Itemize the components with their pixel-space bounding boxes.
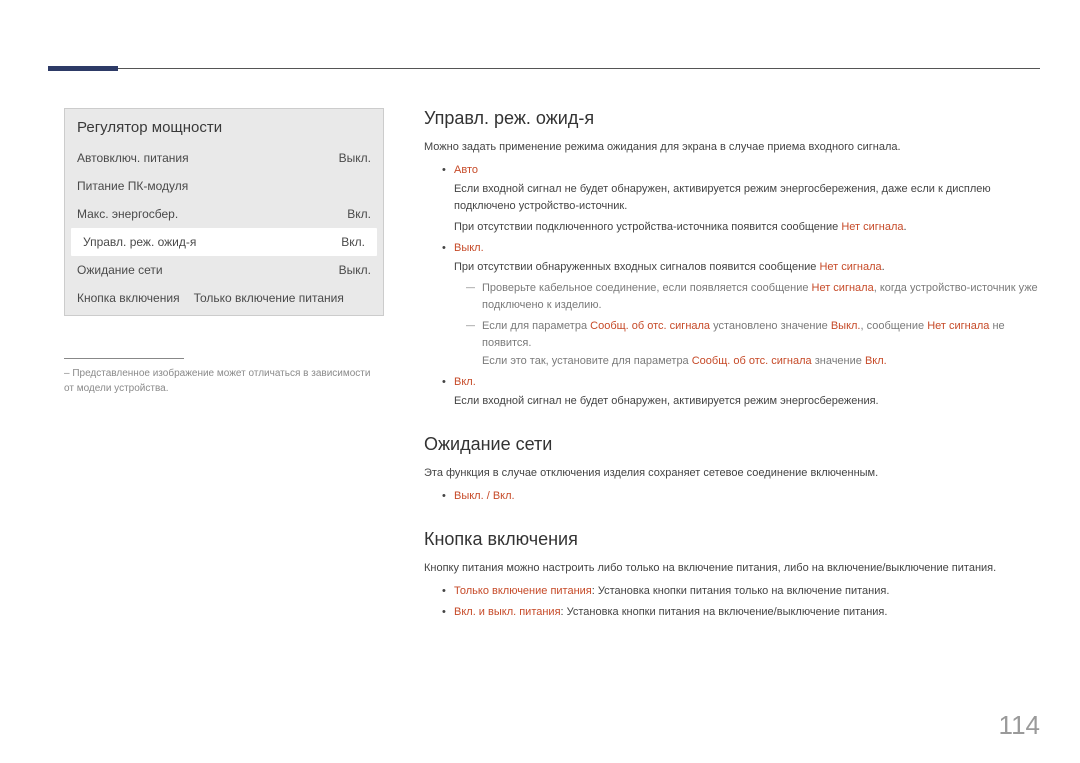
option-off: Выкл. При отсутствии обнаруженных входны… — [442, 240, 1040, 369]
section-title-standby: Управл. реж. ожид-я — [424, 108, 1040, 129]
option-desc: : Установка кнопки питания только на вкл… — [592, 585, 890, 597]
panel-row-pc-module[interactable]: Питание ПК-модуля — [65, 172, 383, 200]
standby-intro: Можно задать применение режима ожидания … — [424, 139, 1040, 156]
row-value: Только включение питания — [194, 291, 344, 305]
t: , сообщение — [860, 320, 927, 332]
panel-row-network-standby[interactable]: Ожидание сети Выкл. — [65, 256, 383, 284]
header-accent — [48, 66, 118, 71]
hl-on: Вкл. — [865, 355, 887, 367]
hl-off: Выкл. — [831, 320, 861, 332]
hl-param: Сообщ. об отс. сигнала — [590, 320, 710, 332]
option-desc: Если входной сигнал не будет обнаружен, … — [454, 181, 1040, 215]
option-desc: Если входной сигнал не будет обнаружен, … — [454, 393, 1040, 410]
netstandby-options: Выкл. / Вкл. — [442, 488, 1040, 505]
t: Если для параметра — [482, 320, 590, 332]
powerbtn-options: Только включение питания: Установка кноп… — [442, 583, 1040, 621]
panel-row-max-saving[interactable]: Макс. энергосбер. Вкл. — [65, 200, 383, 228]
header-rule — [48, 68, 1040, 69]
t: Если это так, установите для параметра — [482, 355, 692, 367]
row-label: Ожидание сети — [77, 263, 163, 277]
option-label: Выкл. / Вкл. — [454, 490, 515, 502]
netstandby-intro: Эта функция в случае отключения изделия … — [424, 465, 1040, 482]
row-label: Управл. реж. ожид-я — [83, 235, 196, 249]
option-power-on-only: Только включение питания: Установка кноп… — [442, 583, 1040, 600]
option-label: Авто — [454, 164, 478, 176]
row-label: Кнопка включения — [77, 291, 180, 305]
hl-no-signal: Нет сигнала — [812, 282, 874, 294]
row-label: Автовключ. питания — [77, 151, 189, 165]
hl-no-signal: Нет сигнала — [927, 320, 989, 332]
t: установлено значение — [710, 320, 831, 332]
option-auto: Авто Если входной сигнал не будет обнару… — [442, 162, 1040, 236]
section-standby: Управл. реж. ожид-я Можно задать примене… — [424, 108, 1040, 410]
t: При отсутствии обнаруженных входных сигн… — [454, 261, 819, 273]
t: Проверьте кабельное соединение, если поя… — [482, 282, 812, 294]
right-column: Управл. реж. ожид-я Можно задать примене… — [424, 108, 1040, 625]
section-title-powerbtn: Кнопка включения — [424, 529, 1040, 550]
option-desc: : Установка кнопки питания на включение/… — [561, 606, 888, 618]
row-label: Питание ПК-модуля — [77, 179, 188, 193]
hl-param: Сообщ. об отс. сигнала — [692, 355, 812, 367]
row-value: Вкл. — [341, 235, 365, 249]
t: . — [904, 221, 907, 233]
option-label: Только включение питания — [454, 585, 592, 597]
option-label: Вкл. и выкл. питания — [454, 606, 561, 618]
section-title-netstandby: Ожидание сети — [424, 434, 1040, 455]
option-desc: При отсутствии подключенного устройства-… — [454, 219, 1040, 236]
left-column: Регулятор мощности Автовключ. питания Вы… — [64, 108, 384, 625]
option-power-on-off: Вкл. и выкл. питания: Установка кнопки п… — [442, 604, 1040, 621]
note: Если для параметра Сообщ. об отс. сигнал… — [466, 318, 1040, 369]
panel-row-auto-power[interactable]: Автовключ. питания Выкл. — [65, 144, 383, 172]
option-label: Выкл. — [454, 242, 484, 254]
row-value: Вкл. — [347, 207, 371, 221]
settings-panel: Регулятор мощности Автовключ. питания Вы… — [64, 108, 384, 316]
option-notes: Проверьте кабельное соединение, если поя… — [466, 280, 1040, 369]
page-number: 114 — [999, 710, 1040, 741]
note: Проверьте кабельное соединение, если поя… — [466, 280, 1040, 314]
option-label: Вкл. — [454, 376, 476, 388]
row-value: Выкл. — [339, 263, 371, 277]
hl-no-signal: Нет сигнала — [819, 261, 881, 273]
page-container: Регулятор мощности Автовключ. питания Вы… — [0, 0, 1080, 625]
powerbtn-intro: Кнопку питания можно настроить либо толь… — [424, 560, 1040, 577]
t: значение — [812, 355, 865, 367]
standby-options: Авто Если входной сигнал не будет обнару… — [442, 162, 1040, 410]
option-desc: При отсутствии обнаруженных входных сигн… — [454, 259, 1040, 276]
panel-row-standby-control[interactable]: Управл. реж. ожид-я Вкл. — [71, 228, 377, 256]
section-network-standby: Ожидание сети Эта функция в случае отклю… — [424, 434, 1040, 505]
panel-row-power-button[interactable]: Кнопка включения Только включение питани… — [65, 284, 383, 315]
t: . — [882, 261, 885, 273]
row-label: Макс. энергосбер. — [77, 207, 178, 221]
section-power-button: Кнопка включения Кнопку питания можно на… — [424, 529, 1040, 621]
option-on: Вкл. Если входной сигнал не будет обнару… — [442, 374, 1040, 410]
footnote-rule — [64, 358, 184, 359]
t: При отсутствии подключенного устройства-… — [454, 221, 841, 233]
panel-title: Регулятор мощности — [65, 109, 383, 144]
hl-no-signal: Нет сигнала — [841, 221, 903, 233]
option: Выкл. / Вкл. — [442, 488, 1040, 505]
footnote-text: – Представленное изображение может отлич… — [64, 367, 384, 396]
row-value: Выкл. — [339, 151, 371, 165]
